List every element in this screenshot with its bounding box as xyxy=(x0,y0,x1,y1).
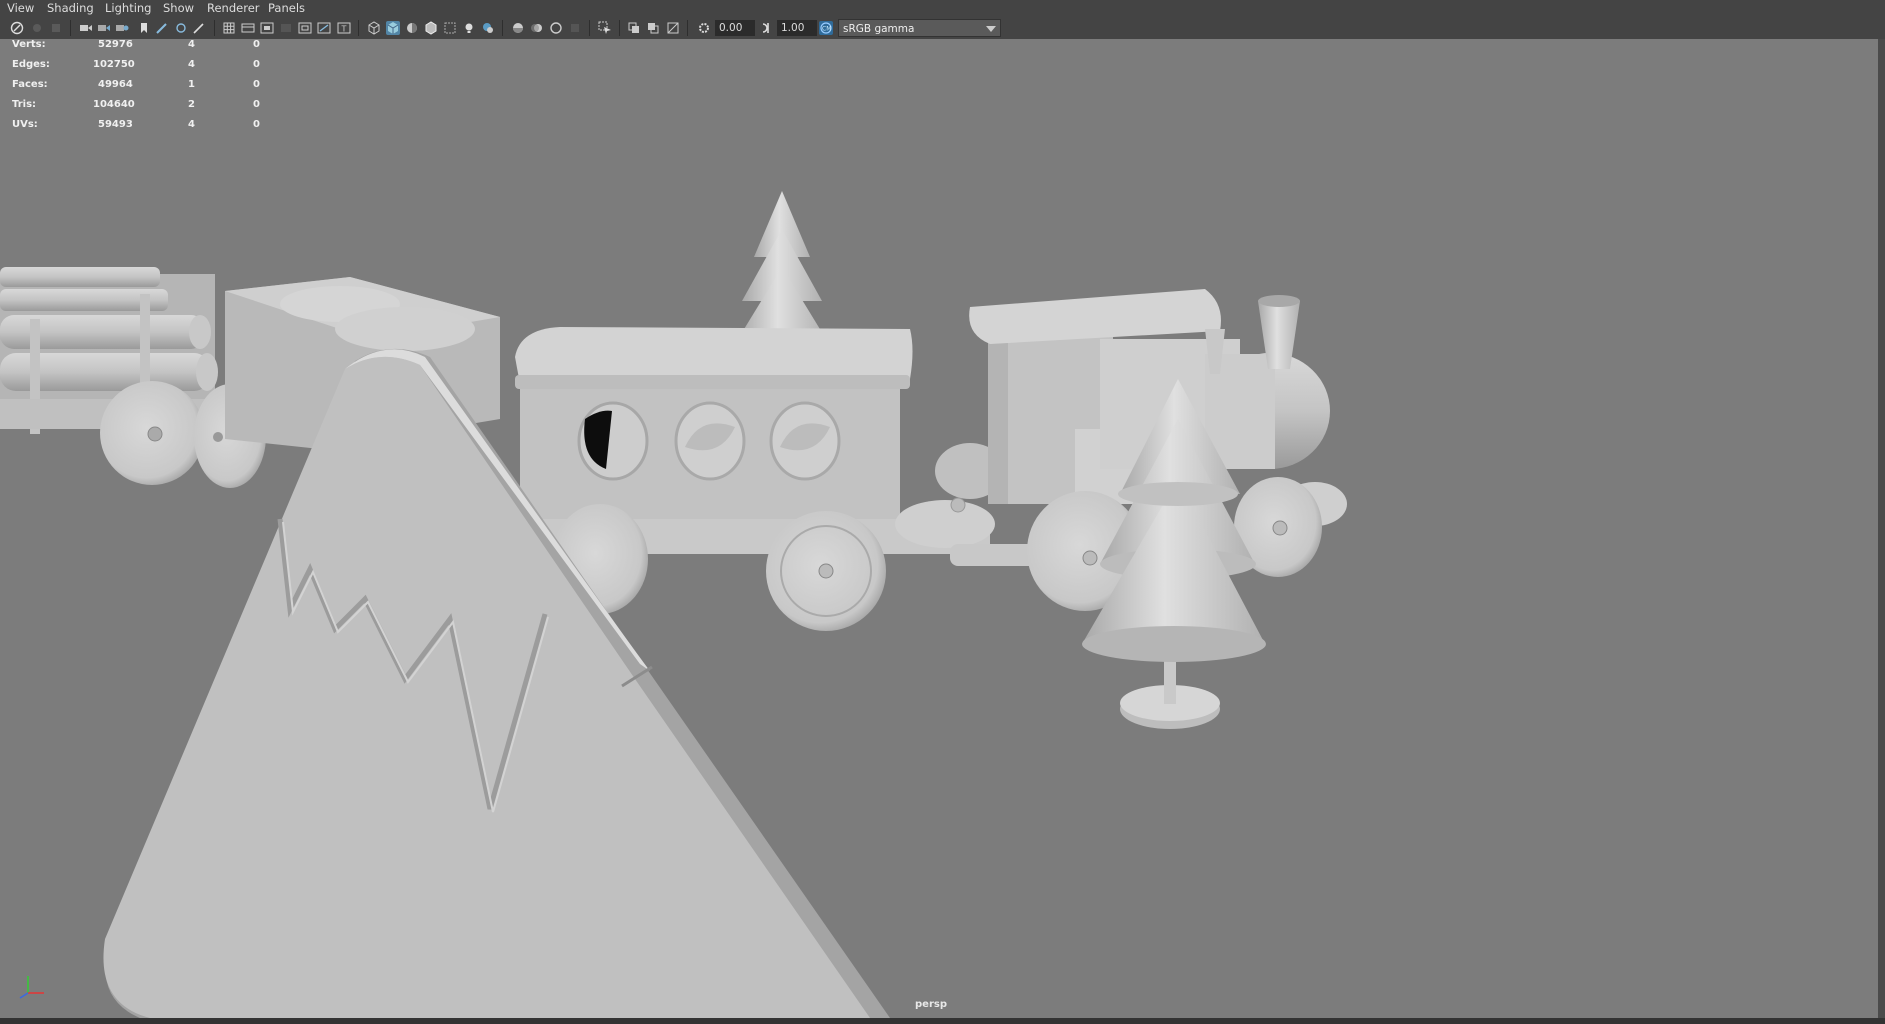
exposure-field[interactable]: 0.00 xyxy=(715,20,755,36)
xray-active-icon[interactable] xyxy=(646,21,660,35)
hud-row-faces: Faces: 49964 1 0 xyxy=(12,79,272,99)
hud-selected: 4 xyxy=(188,59,195,70)
hud-total: 104640 xyxy=(93,99,135,110)
hud-total: 49964 xyxy=(98,79,133,90)
hud-label: Tris: xyxy=(12,99,37,110)
depth-of-field-icon[interactable] xyxy=(568,21,582,35)
menu-view[interactable]: View xyxy=(7,1,34,15)
status-strip xyxy=(0,1018,1885,1024)
field-chart-icon[interactable] xyxy=(298,21,312,35)
resolution-gate-icon[interactable] xyxy=(260,21,274,35)
safe-action-icon[interactable] xyxy=(317,21,331,35)
snap-icon[interactable] xyxy=(174,21,188,35)
tree-back[interactable] xyxy=(738,191,826,339)
film-gate-icon[interactable] xyxy=(241,21,255,35)
xray-icon[interactable] xyxy=(443,21,457,35)
gamma-icon[interactable] xyxy=(759,21,773,35)
hud-row-verts: Verts: 52976 4 0 xyxy=(12,39,272,59)
hud-faces-sel: 0 xyxy=(253,59,260,70)
wireframe-icon[interactable] xyxy=(367,21,381,35)
hud-label: UVs: xyxy=(12,119,38,130)
poly-count-hud: Verts: 52976 4 0 Edges: 102750 4 0 Faces… xyxy=(12,39,272,139)
panel-toolbar: T 0.00 1.00 CM sRGB gamma xyxy=(0,17,1885,40)
hud-label: Edges: xyxy=(12,59,50,70)
screen-space-ao-icon[interactable] xyxy=(511,21,525,35)
smooth-shade-icon[interactable] xyxy=(386,21,400,35)
hud-selected: 2 xyxy=(188,99,195,110)
colorspace-value: sRGB gamma xyxy=(843,23,915,35)
use-all-lights-icon[interactable] xyxy=(462,21,476,35)
menu-renderer[interactable]: Renderer xyxy=(207,1,260,15)
safe-title-icon[interactable]: T xyxy=(337,21,351,35)
bookmark-flag-icon[interactable] xyxy=(137,21,151,35)
pen-icon[interactable] xyxy=(155,21,169,35)
menu-shading[interactable]: Shading xyxy=(47,1,94,15)
hud-total: 59493 xyxy=(98,119,133,130)
viewport-scene xyxy=(0,191,1347,1018)
axis-gizmo-icon xyxy=(19,976,44,999)
svg-text:T: T xyxy=(341,25,347,34)
hud-selected: 4 xyxy=(188,39,195,50)
menu-lighting[interactable]: Lighting xyxy=(105,1,151,15)
backface-culling-icon[interactable] xyxy=(666,21,680,35)
hud-row-uvs: UVs: 59493 4 0 xyxy=(12,119,272,139)
3d-viewport[interactable]: Verts: 52976 4 0 Edges: 102750 4 0 Faces… xyxy=(0,39,1878,1018)
hud-label: Verts: xyxy=(12,39,46,50)
image-plane-icon[interactable] xyxy=(79,21,93,35)
gate-mask-icon[interactable] xyxy=(279,21,293,35)
svg-text:CM: CM xyxy=(822,26,831,33)
wireframe-on-shaded-icon[interactable] xyxy=(424,21,438,35)
default-material-icon[interactable] xyxy=(405,21,419,35)
hud-selected: 1 xyxy=(188,79,195,90)
hud-row-edges: Edges: 102750 4 0 xyxy=(12,59,272,79)
anti-aliasing-icon[interactable] xyxy=(549,21,563,35)
colorspace-dropdown[interactable]: sRGB gamma xyxy=(838,19,1001,37)
hud-faces-sel: 0 xyxy=(253,119,260,130)
grid-icon[interactable] xyxy=(222,21,236,35)
gamma-field[interactable]: 1.00 xyxy=(777,20,817,36)
hud-total: 52976 xyxy=(98,39,133,50)
hud-faces-sel: 0 xyxy=(253,79,260,90)
bookmarks-icon[interactable] xyxy=(49,21,63,35)
grease-pencil-icon[interactable] xyxy=(115,21,129,35)
hud-label: Faces: xyxy=(12,79,48,90)
color-management-icon[interactable]: CM xyxy=(819,21,833,35)
menu-panels[interactable]: Panels xyxy=(268,1,305,15)
camera-name-label: persp xyxy=(915,999,947,1010)
camera-attributes-icon[interactable] xyxy=(30,21,44,35)
isolate-select-icon[interactable] xyxy=(598,21,612,35)
panel-menubar: View Shading Lighting Show Renderer Pane… xyxy=(0,0,1885,17)
hud-faces-sel: 0 xyxy=(253,39,260,50)
paint-icon[interactable] xyxy=(192,21,206,35)
shadows-icon[interactable] xyxy=(481,21,495,35)
chevron-down-icon[interactable] xyxy=(986,26,996,32)
select-camera-icon[interactable] xyxy=(10,21,24,35)
panel-edge xyxy=(1878,39,1885,1018)
hud-faces-sel: 0 xyxy=(253,99,260,110)
hud-selected: 4 xyxy=(188,119,195,130)
xray-joints-icon[interactable] xyxy=(627,21,641,35)
exposure-icon[interactable] xyxy=(697,21,711,35)
hud-row-tris: Tris: 104640 2 0 xyxy=(12,99,272,119)
hud-total: 102750 xyxy=(93,59,135,70)
2d-pan-zoom-icon[interactable] xyxy=(97,21,111,35)
motion-blur-icon[interactable] xyxy=(530,21,544,35)
menu-show[interactable]: Show xyxy=(163,1,194,15)
